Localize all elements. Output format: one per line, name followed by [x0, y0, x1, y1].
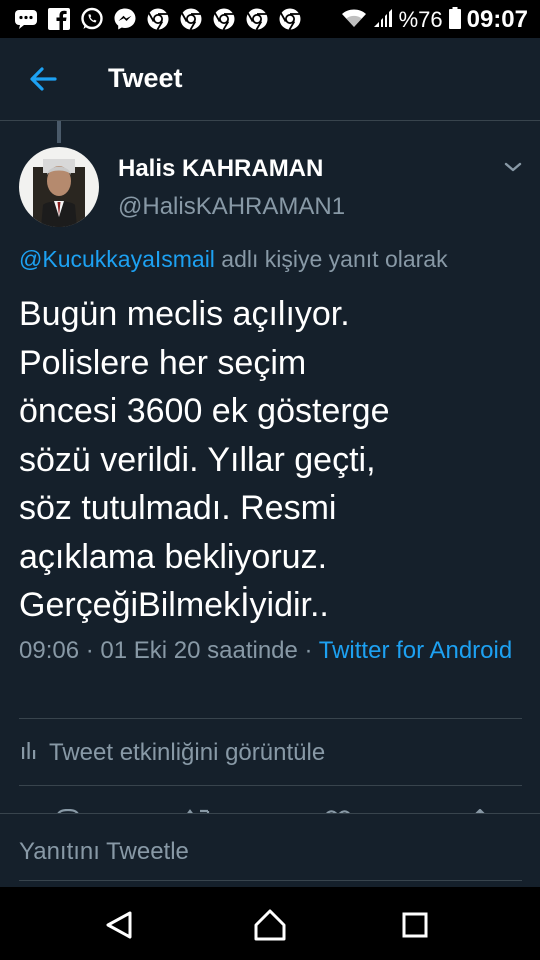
- tweet-text-line: öncesi 3600 ek gösterge: [19, 392, 390, 430]
- app-header: Tweet: [0, 38, 540, 121]
- signal-icon: [373, 8, 393, 33]
- tweet-text-line: açıklama bekliyoruz.: [19, 537, 328, 576]
- tweet-text: Bugün meclis açılıyor. Polislere her seç…: [19, 290, 524, 630]
- avatar[interactable]: [19, 147, 99, 227]
- reply-context-label: adlı kişiye yanıt olarak: [214, 246, 448, 272]
- reply-context: @KucukkayaIsmail adlı kişiye yanıt olara…: [19, 246, 448, 273]
- chrome-icon: [245, 7, 269, 31]
- divider: [19, 718, 522, 719]
- tweet-text-line: Polislere her seçim: [19, 343, 307, 382]
- system-status: %76 09:07: [341, 6, 528, 34]
- clock: 09:07: [466, 6, 528, 33]
- wifi-icon: [341, 7, 367, 34]
- battery-icon: [448, 6, 461, 34]
- tweet-source-link[interactable]: Twitter for Android: [319, 637, 512, 664]
- reply-composer: Yanıtını Tweetle: [0, 813, 540, 888]
- nav-back-icon[interactable]: [100, 905, 140, 945]
- nav-recents-icon[interactable]: [395, 905, 435, 945]
- page-title: Tweet: [108, 63, 183, 93]
- chrome-icon: [179, 7, 203, 31]
- divider: [19, 785, 522, 786]
- divider: [19, 880, 522, 881]
- messenger-icon: [113, 7, 137, 31]
- tweet-text-line: söz tutulmadı. Resmi: [19, 489, 337, 527]
- nav-home-icon[interactable]: [250, 905, 290, 945]
- whatsapp-icon: [80, 7, 104, 31]
- tweet-timestamp: 09:06 · 01 Eki 20 saatinde ·: [19, 637, 319, 664]
- notification-icons: [14, 7, 302, 31]
- reply-mention-link[interactable]: @KucukkayaIsmail: [19, 246, 215, 272]
- system-navigation-bar: [0, 887, 540, 960]
- status-bar: %76 09:07: [0, 0, 540, 38]
- battery-percent: %76: [398, 7, 443, 32]
- back-arrow-icon[interactable]: [26, 62, 60, 96]
- tweet-text-line: GerçeğiBilmekİyidir..: [19, 586, 329, 624]
- reply-input[interactable]: Yanıtını Tweetle: [19, 838, 189, 866]
- facebook-icon: [47, 7, 71, 31]
- tweet-activity-label: Tweet etkinliğini görüntüle: [49, 738, 326, 766]
- author-handle[interactable]: @HalisKAHRAMAN1: [118, 193, 345, 221]
- message-icon: [14, 7, 38, 31]
- tweet-text-line: Bugün meclis açılıyor.: [19, 295, 350, 333]
- author-name[interactable]: Halis KAHRAMAN: [118, 155, 323, 183]
- tweet-meta: 09:06 · 01 Eki 20 saatinde · Twitter for…: [19, 634, 524, 668]
- chrome-icon: [146, 7, 170, 31]
- tweet-activity-link[interactable]: Tweet etkinliğini görüntüle: [19, 738, 325, 767]
- tweet-text-line: sözü verildi. Yıllar geçti,: [19, 440, 376, 479]
- analytics-icon: [19, 738, 39, 767]
- chevron-down-icon[interactable]: [502, 158, 524, 176]
- chrome-icon: [212, 7, 236, 31]
- chrome-icon: [278, 7, 302, 31]
- thread-connector: [57, 121, 61, 143]
